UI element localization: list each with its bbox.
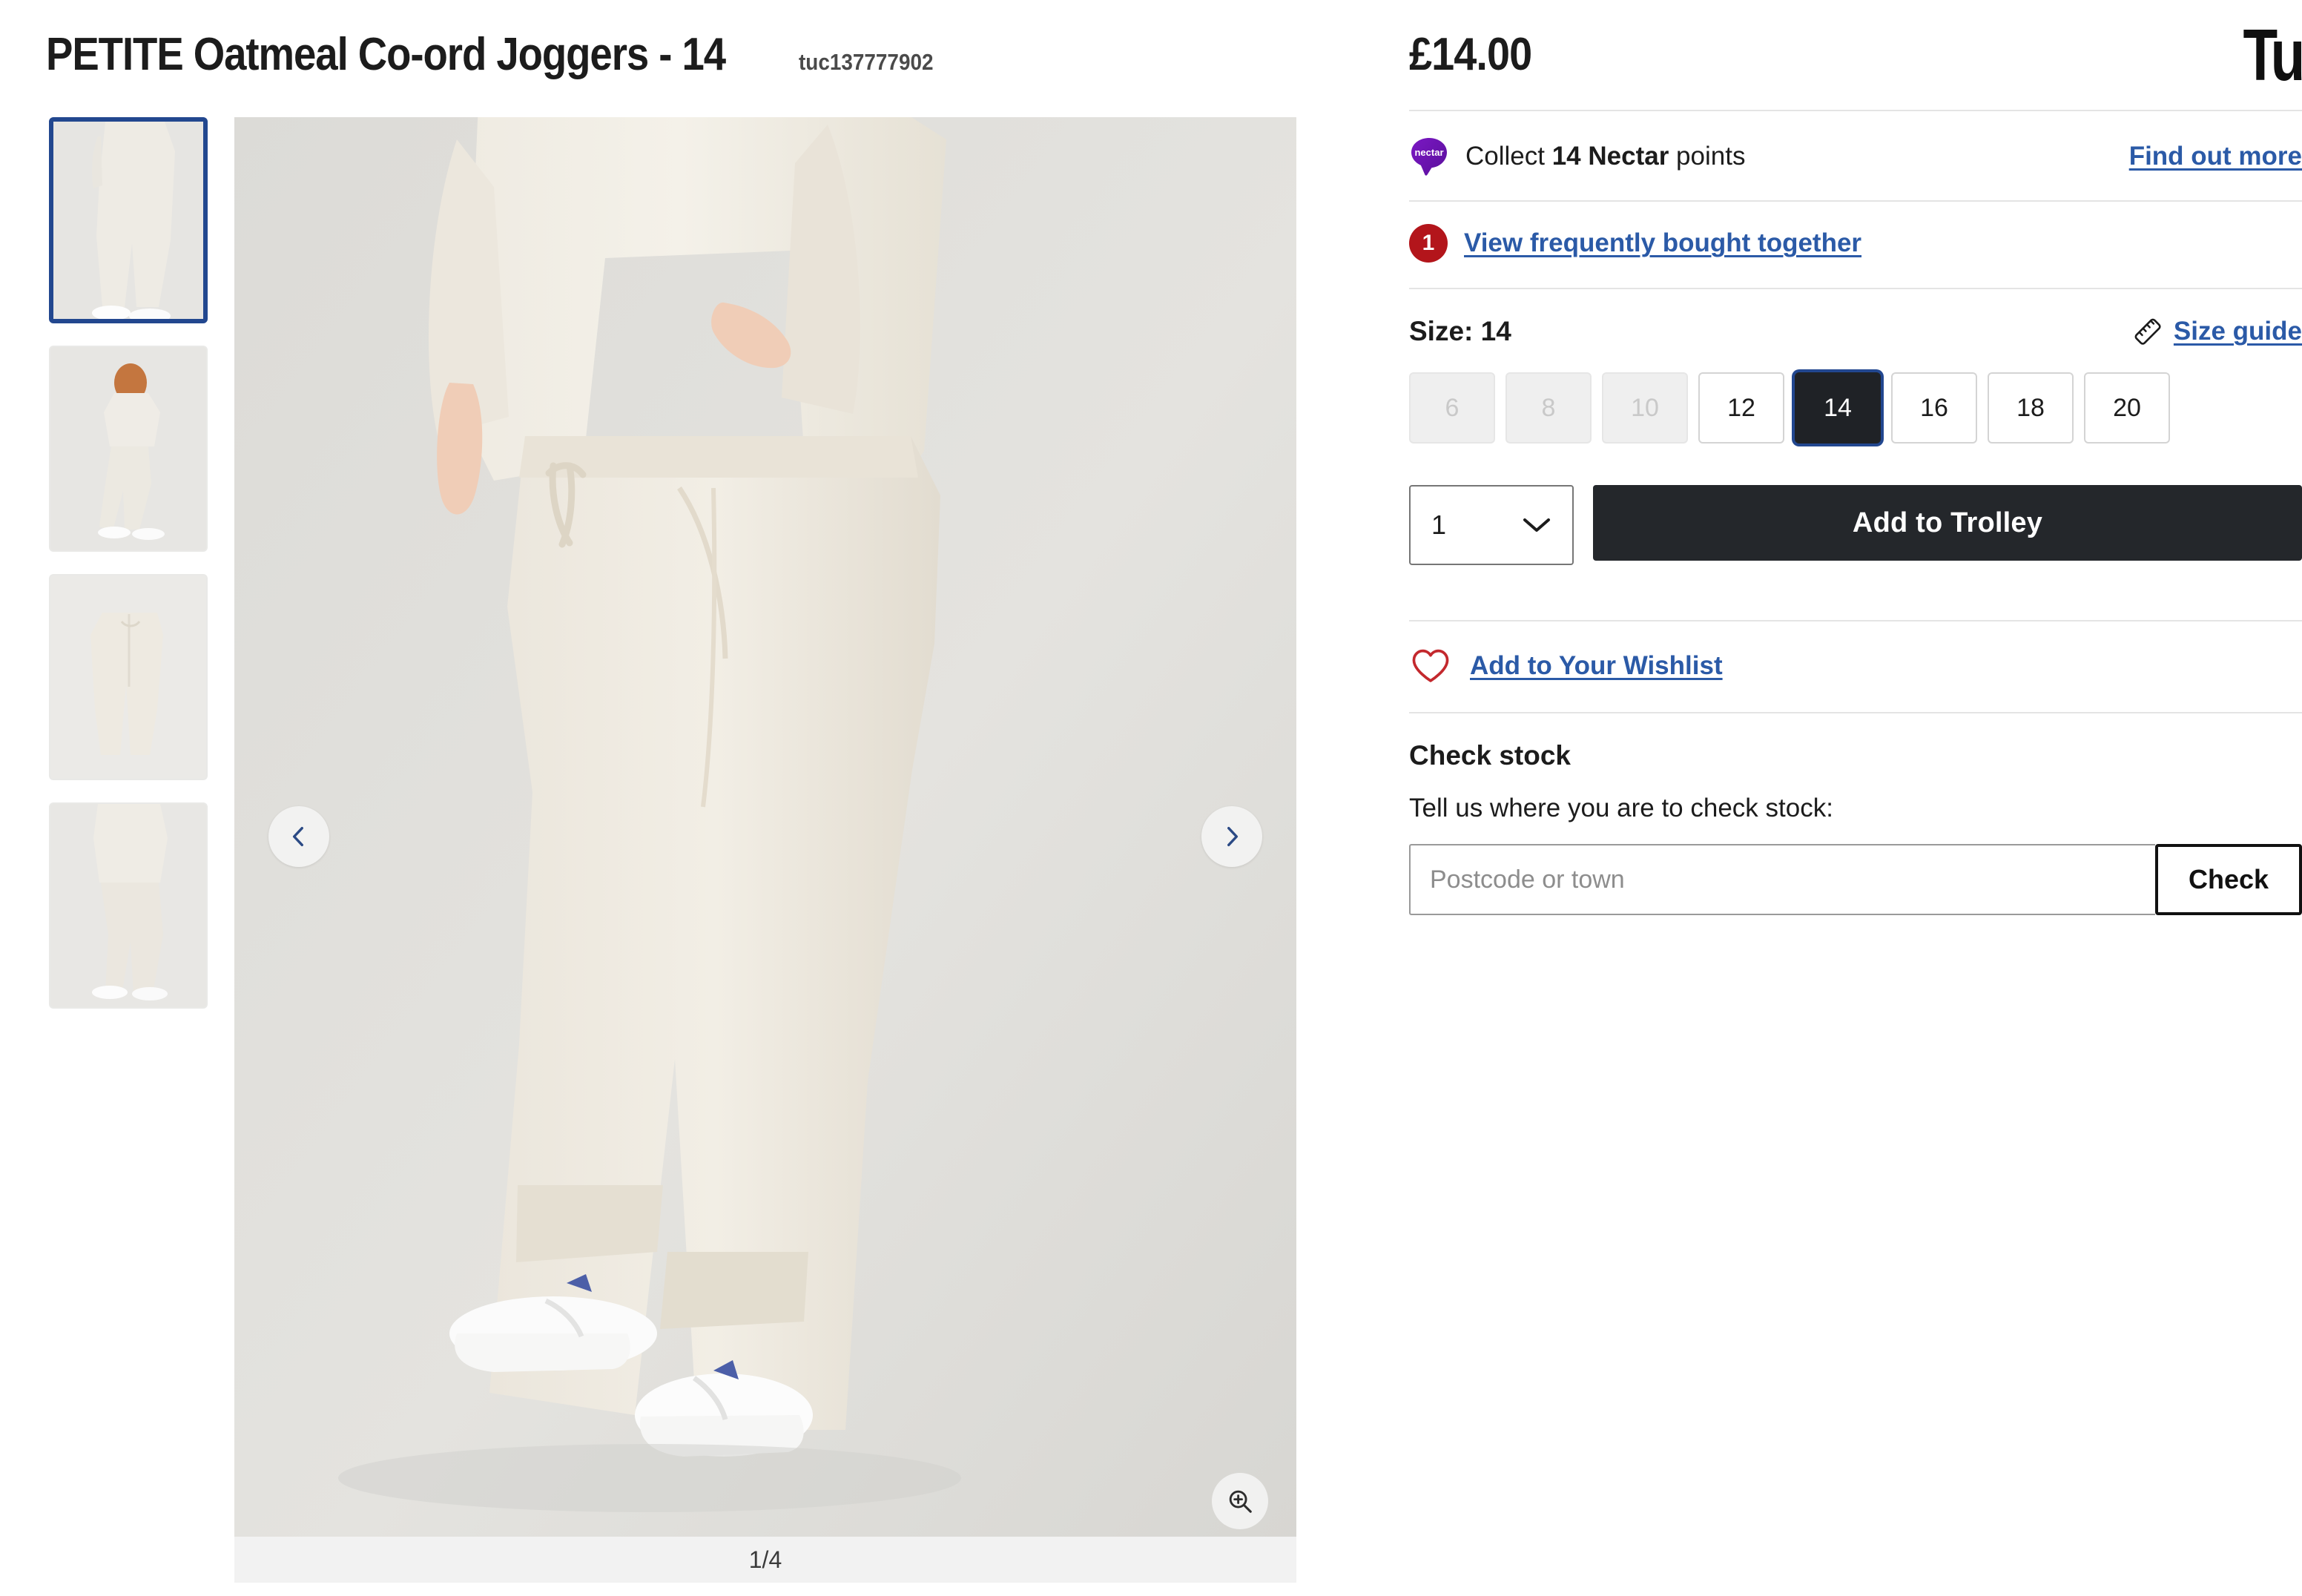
thumbnail-rail	[49, 117, 208, 1009]
postcode-input[interactable]	[1409, 844, 2155, 916]
brand-logo: Tu	[2243, 14, 2302, 96]
ruler-icon	[2134, 319, 2161, 346]
find-out-more-link[interactable]: Find out more	[2129, 142, 2302, 171]
check-stock-heading: Check stock	[1409, 740, 1571, 771]
quantity-value: 1	[1431, 510, 1447, 541]
nectar-prefix: Collect	[1465, 142, 1552, 171]
check-stock-form: Check	[1409, 823, 2302, 916]
image-counter: 1/4	[234, 1537, 1296, 1583]
nectar-logo-text: nectar	[1414, 147, 1443, 158]
size-guide-link[interactable]: Size guide	[2174, 317, 2302, 346]
product-detail-page: PETITE Oatmeal Co-ord Joggers - 14 tuc13…	[0, 0, 2302, 1596]
size-option-10[interactable]: 10	[1602, 372, 1688, 444]
next-image-button[interactable]	[1201, 806, 1262, 867]
thumbnail-2[interactable]	[49, 346, 208, 552]
size-option-12[interactable]: 12	[1698, 372, 1784, 444]
size-guide-group[interactable]: Size guide	[2132, 316, 2302, 347]
check-stock-subtitle: Tell us where you are to check stock:	[1409, 794, 1833, 823]
size-option-18[interactable]: 18	[1988, 372, 2074, 444]
thumbnail-4[interactable]	[49, 802, 208, 1009]
size-option-14[interactable]: 14	[1795, 372, 1881, 444]
zoom-image-button[interactable]	[1212, 1473, 1268, 1529]
heart-icon	[1412, 650, 1449, 683]
add-to-wishlist-link[interactable]: Add to Your Wishlist	[1470, 651, 1723, 681]
purchase-row: 1 Add to Trolley	[1409, 443, 2302, 566]
nectar-left-group: nectar Collect 14 Nectar points	[1409, 136, 1745, 177]
product-purchase-column: £14.00 Tu nectar Collect 14 Nectar point…	[1409, 0, 2302, 916]
nectar-logo-icon: nectar	[1411, 138, 1447, 177]
magnifier-plus-icon	[1229, 1490, 1252, 1513]
product-sku: tuc137777902	[799, 49, 934, 75]
nectar-suffix: points	[1669, 142, 1746, 171]
size-selected-label: Size: 14	[1409, 316, 1511, 347]
chevron-left-icon	[292, 826, 303, 847]
previous-image-button[interactable]	[268, 806, 329, 867]
add-to-trolley-button[interactable]: Add to Trolley	[1593, 485, 2302, 561]
frequently-bought-row[interactable]: 1 View frequently bought together	[1409, 202, 2302, 288]
view-frequently-bought-link[interactable]: View frequently bought together	[1464, 228, 1861, 258]
nectar-points-text: Collect 14 Nectar points	[1465, 142, 1745, 171]
main-product-image[interactable]	[234, 117, 1296, 1556]
product-title-row: PETITE Oatmeal Co-ord Joggers - 14 tuc13…	[46, 28, 949, 81]
page-title: PETITE Oatmeal Co-ord Joggers - 14	[46, 29, 726, 80]
size-options-grid: 6 8 10 12 14 16 18 20	[1409, 347, 2302, 444]
check-stock-button[interactable]: Check	[2155, 844, 2302, 916]
size-option-6[interactable]: 6	[1409, 372, 1495, 444]
chevron-right-icon	[1227, 826, 1239, 847]
size-option-16[interactable]: 16	[1891, 372, 1977, 444]
product-gallery-column: PETITE Oatmeal Co-ord Joggers - 14 tuc13…	[0, 0, 1328, 1596]
size-option-8[interactable]: 8	[1505, 372, 1592, 444]
thumbnail-image-4	[50, 804, 206, 1007]
nectar-points-value: 14 Nectar	[1551, 142, 1669, 171]
thumbnail-3[interactable]	[49, 574, 208, 780]
thumbnail-1[interactable]	[49, 117, 208, 323]
quantity-select[interactable]: 1	[1409, 485, 1574, 566]
chevron-down-icon	[1523, 518, 1550, 532]
size-header: Size: 14 Size guide	[1409, 289, 2302, 347]
image-counter-text: 1/4	[748, 1546, 782, 1573]
thumbnail-image-3	[50, 576, 206, 779]
nectar-points-row: nectar Collect 14 Nectar points Find out…	[1409, 111, 2302, 200]
main-image-graphic	[234, 117, 1296, 1556]
product-price: £14.00	[1409, 29, 1532, 80]
thumbnail-image-1	[53, 122, 203, 319]
price-row: £14.00 Tu	[1409, 0, 2302, 96]
size-option-20[interactable]: 20	[2084, 372, 2170, 444]
frequently-bought-count-badge: 1	[1409, 224, 1448, 263]
thumbnail-image-2	[50, 347, 206, 550]
wishlist-row[interactable]: Add to Your Wishlist	[1409, 621, 2302, 712]
